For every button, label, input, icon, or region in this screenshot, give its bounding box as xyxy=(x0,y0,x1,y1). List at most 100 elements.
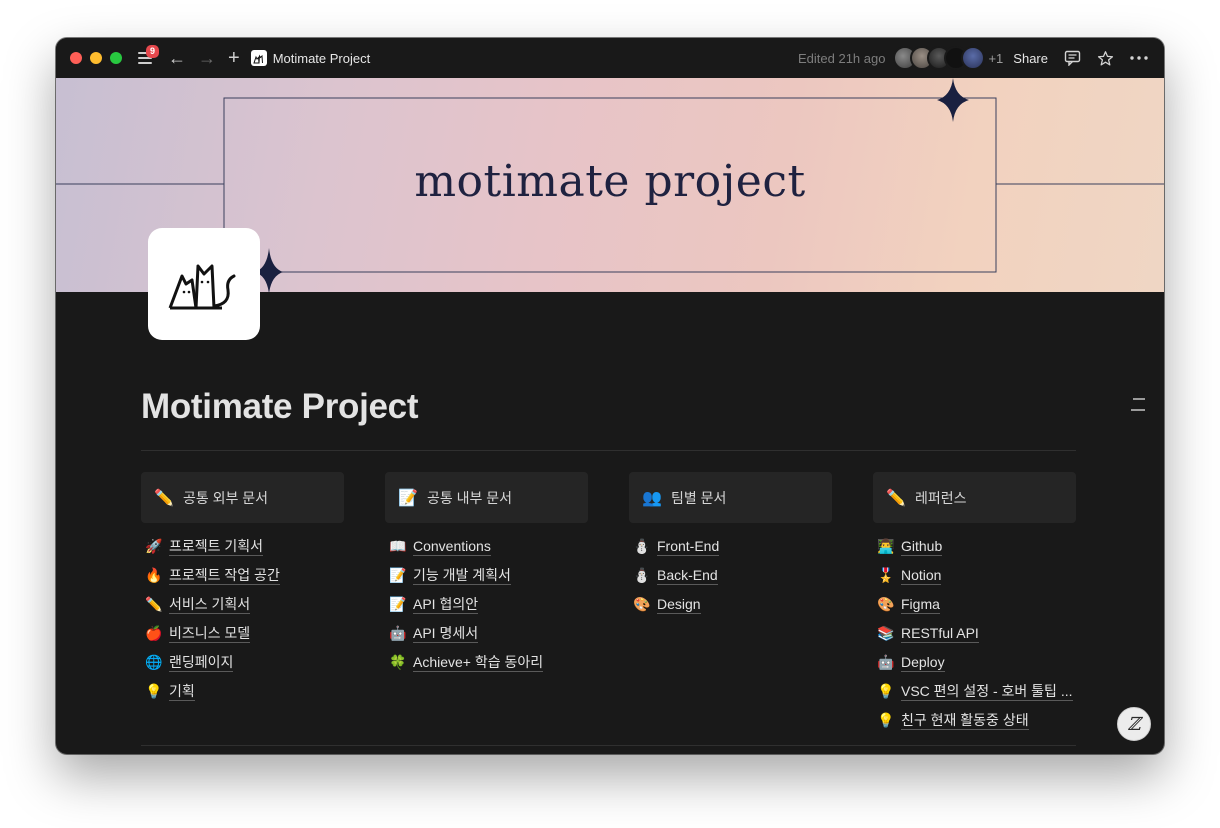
page-link[interactable]: 🤖 Deploy xyxy=(873,648,1076,677)
sidebar-menu-button[interactable]: 9 xyxy=(138,45,160,65)
page-link-icon: 📚 xyxy=(877,625,895,641)
page-link-label: 기획 xyxy=(169,682,195,701)
page-link-icon: ⛄ xyxy=(633,567,651,583)
edited-timestamp: Edited 21h ago xyxy=(798,50,886,66)
link-columns: ✏️ 공통 외부 문서 🚀 프로젝트 기획서 🔥 프로젝트 작업 공간 ✏️ 서비스 기획서 🍎… xyxy=(141,472,1076,735)
page-link-label: 프로젝트 작업 공간 xyxy=(169,566,280,585)
page-link[interactable]: ⛄ Front-End xyxy=(629,532,832,561)
page-link-label: Achieve+ 학습 동아리 xyxy=(413,653,544,672)
page-link-label: VSC 편의 설정 - 호버 툴팁 ... xyxy=(901,682,1073,701)
page-link-label: API 협의안 xyxy=(413,595,479,614)
page-title[interactable]: Motimate Project xyxy=(141,387,419,427)
page-link-label: 기능 개발 계획서 xyxy=(413,566,511,585)
page-link-label: 랜딩페이지 xyxy=(169,653,234,672)
title-bar: 9 ← → + Motimate Project Edited 21h ago … xyxy=(56,38,1164,78)
avatar xyxy=(961,46,986,70)
page-link-icon: 🌐 xyxy=(145,654,163,670)
notion-window: 9 ← → + Motimate Project Edited 21h ago … xyxy=(56,38,1164,754)
page-link[interactable]: 📝 기능 개발 계획서 xyxy=(385,561,588,590)
page-link[interactable]: 👨‍💻 Github xyxy=(873,532,1076,561)
page-link-icon: 💡 xyxy=(877,683,895,699)
page-link[interactable]: 📝 API 협의안 xyxy=(385,590,588,619)
page-cat-icon-small xyxy=(250,50,267,66)
page-link[interactable]: 📚 RESTful API xyxy=(873,619,1076,648)
page-link-label: Front-End xyxy=(657,537,720,556)
page-link-icon: 🎖️ xyxy=(877,567,895,583)
column-header[interactable]: 📝 공통 내부 문서 xyxy=(385,472,588,523)
page-link[interactable]: 🎨 Figma xyxy=(873,590,1076,619)
page-link-icon: 🍎 xyxy=(145,625,163,641)
notification-badge: 9 xyxy=(146,45,160,58)
column-header-label: 공통 내부 문서 xyxy=(427,489,513,506)
page-link-icon: 📝 xyxy=(389,567,407,583)
share-button[interactable]: Share xyxy=(1013,51,1048,66)
page-cat-icon[interactable] xyxy=(148,228,260,340)
link-column: 👥 팀별 문서 ⛄ Front-End ⛄ Back-End 🎨 Design xyxy=(629,472,832,735)
page-link[interactable]: 💡 VSC 편의 설정 - 호버 툴팁 ... xyxy=(873,677,1076,706)
forward-arrow-icon[interactable]: → xyxy=(198,49,216,67)
link-column: ✏️ 레퍼런스 👨‍💻 Github 🎖️ Notion 🎨 Figma 📚 RESTful AP… xyxy=(873,472,1076,735)
page-link[interactable]: 🍀 Achieve+ 학습 동아리 xyxy=(385,648,588,677)
page-link[interactable]: ✏️ 서비스 기획서 xyxy=(141,590,344,619)
page-link[interactable]: 🔥 프로젝트 작업 공간 xyxy=(141,561,344,590)
viewer-avatars[interactable] xyxy=(893,46,986,70)
page-link-icon: 💡 xyxy=(877,712,895,728)
page-link-icon: 💡 xyxy=(145,683,163,699)
page-link-label: 비즈니스 모델 xyxy=(169,624,251,643)
page-link-label: Notion xyxy=(901,566,942,585)
column-header[interactable]: ✏️ 레퍼런스 xyxy=(873,472,1076,523)
zoom-window-button[interactable] xyxy=(110,52,122,64)
more-options-icon[interactable] xyxy=(1130,56,1148,60)
column-header-label: 레퍼런스 xyxy=(915,489,967,506)
extra-viewers-count: +1 xyxy=(988,50,1004,66)
cover-title-text: motimate project xyxy=(414,156,806,207)
column-header-label: 팀별 문서 xyxy=(671,489,727,506)
page-link[interactable]: 💡 기획 xyxy=(141,677,344,706)
close-window-button[interactable] xyxy=(70,52,82,64)
page-link-icon: 🤖 xyxy=(389,625,407,641)
divider xyxy=(141,450,1076,451)
back-arrow-icon[interactable]: ← xyxy=(168,49,186,67)
table-of-contents-icon[interactable] xyxy=(1131,398,1145,420)
comment-icon[interactable] xyxy=(1064,50,1081,66)
help-button[interactable]: ℤ xyxy=(1117,707,1151,741)
new-tab-plus-icon[interactable]: + xyxy=(228,48,240,68)
favorite-star-icon[interactable] xyxy=(1097,50,1114,67)
page-link-icon: 🤖 xyxy=(877,654,895,670)
page-link-icon: 📖 xyxy=(389,538,407,554)
page-link[interactable]: 🎖️ Notion xyxy=(873,561,1076,590)
divider xyxy=(141,745,1076,746)
column-header[interactable]: 👥 팀별 문서 xyxy=(629,472,832,523)
page-link-icon: 🚀 xyxy=(145,538,163,554)
page-link[interactable]: 🚀 프로젝트 기획서 xyxy=(141,532,344,561)
page-link-icon: ⛄ xyxy=(633,538,651,554)
page-link-label: 친구 현재 활동중 상태 xyxy=(901,711,1029,730)
page-link[interactable]: 📖 Conventions xyxy=(385,532,588,561)
page-link-icon: 📝 xyxy=(389,596,407,612)
page-link[interactable]: 🤖 API 명세서 xyxy=(385,619,588,648)
page-link-icon: 🍀 xyxy=(389,654,407,670)
page-link[interactable]: 🌐 랜딩페이지 xyxy=(141,648,344,677)
page-link-icon: 🎨 xyxy=(877,596,895,612)
page-link[interactable]: 🎨 Design xyxy=(629,590,832,619)
link-column: 📝 공통 내부 문서 📖 Conventions 📝 기능 개발 계획서 📝 API 협의안 🤖… xyxy=(385,472,588,735)
page-link[interactable]: 💡 친구 현재 활동중 상태 xyxy=(873,706,1076,735)
page-link-label: API 명세서 xyxy=(413,624,479,643)
page-breadcrumb[interactable]: Motimate Project xyxy=(273,51,371,66)
link-list: 🚀 프로젝트 기획서 🔥 프로젝트 작업 공간 ✏️ 서비스 기획서 🍎 비즈니스 모델 🌐 랜딩… xyxy=(141,532,344,706)
page-link-label: Back-End xyxy=(657,566,718,585)
page-link-icon: 🔥 xyxy=(145,567,163,583)
page-link-label: 서비스 기획서 xyxy=(169,595,251,614)
page-link-label: Figma xyxy=(901,595,940,614)
link-list: 📖 Conventions 📝 기능 개발 계획서 📝 API 협의안 🤖 API 명세서 🍀 A… xyxy=(385,532,588,677)
page-link[interactable]: ⛄ Back-End xyxy=(629,561,832,590)
page-link-label: RESTful API xyxy=(901,624,979,643)
page-link-label: Github xyxy=(901,537,943,556)
minimize-window-button[interactable] xyxy=(90,52,102,64)
link-list: ⛄ Front-End ⛄ Back-End 🎨 Design xyxy=(629,532,832,619)
column-header[interactable]: ✏️ 공통 외부 문서 xyxy=(141,472,344,523)
page-link-label: 프로젝트 기획서 xyxy=(169,537,264,556)
column-header-icon: ✏️ xyxy=(886,489,906,507)
page-link[interactable]: 🍎 비즈니스 모델 xyxy=(141,619,344,648)
page-link-icon: 👨‍💻 xyxy=(877,538,895,554)
